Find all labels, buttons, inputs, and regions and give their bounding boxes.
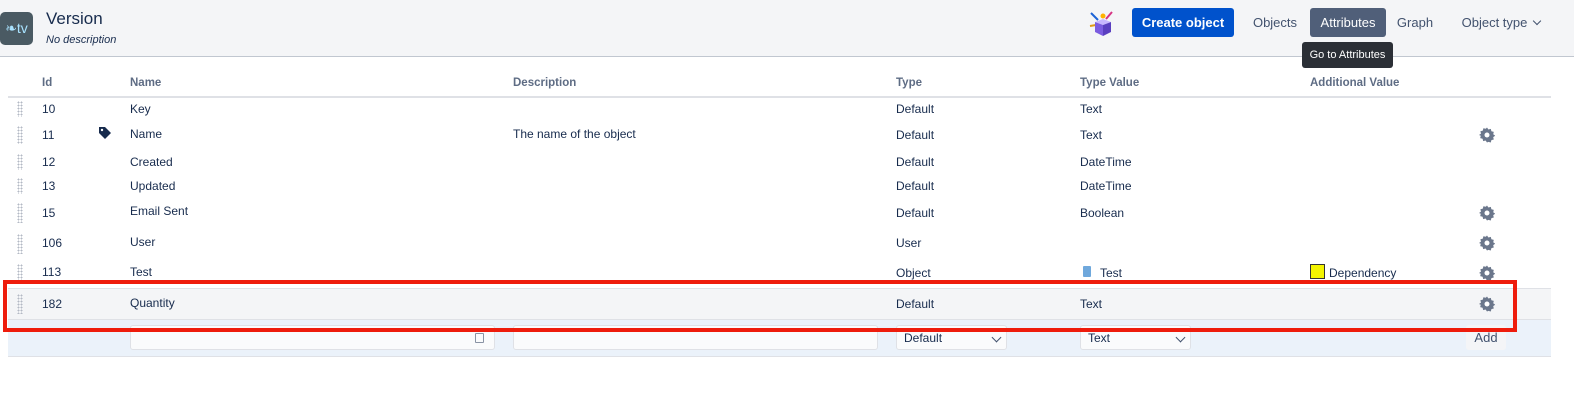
cell-id: 113 [42,265,62,279]
cell-type: Default [896,155,935,169]
cell-type: Default [896,206,935,220]
table-row[interactable]: 11 Name The name of the object Default T… [8,122,1551,148]
table-header: Id Name Description Type Type Value Addi… [8,74,1551,98]
drag-handle-icon[interactable] [17,203,23,223]
table-row[interactable]: 113 Test Object Test Dependency [8,261,1551,281]
table-row[interactable]: 106 User User [8,231,1551,259]
create-object-button[interactable]: Create object [1132,8,1234,37]
table-row[interactable]: 12 Created Default DateTime [8,152,1551,174]
nav-graph[interactable]: Graph [1390,8,1440,37]
highlight-box [3,280,1517,332]
app-logo-icon: ❧tv [0,12,33,45]
cell-type-value: Test [1100,266,1123,280]
table-row[interactable]: 10 Key Default Text [8,98,1551,120]
cell-name: Created [130,155,173,169]
cell-id: 15 [42,206,56,220]
cell-name: Name [130,127,163,141]
table-row[interactable]: 13 Updated Default DateTime [8,176,1551,198]
cell-name: Key [130,102,151,116]
gear-icon[interactable] [1479,205,1495,221]
gear-icon[interactable] [1479,265,1495,281]
drag-handle-icon[interactable] [17,178,23,194]
cell-type-value: DateTime [1080,155,1132,169]
cell-type-value: Text [1080,128,1103,142]
chevron-down-icon [991,332,1002,343]
attributes-tooltip: Go to Attributes [1302,42,1393,68]
gear-icon[interactable] [1479,127,1495,143]
cell-name: Email Sent [130,204,189,218]
color-swatch [1310,264,1325,279]
table-row[interactable]: 15 Email Sent Default Boolean [8,200,1551,228]
gear-icon[interactable] [1479,235,1495,251]
cell-type: Object [896,266,931,280]
nav-object-type[interactable]: Object type [1452,8,1550,37]
object-schema-icon[interactable] [1086,8,1118,40]
nav-attributes[interactable]: Attributes [1310,8,1386,37]
cell-id: 11 [42,128,55,142]
cell-type-value: DateTime [1080,179,1132,193]
cell-name: User [130,235,156,249]
cell-type: User [896,236,922,250]
cell-type: Default [896,128,935,142]
chevron-down-icon [1175,332,1186,343]
column-header-additional-value: Additional Value [1310,77,1400,89]
cell-additional-value: Dependency [1329,266,1397,280]
type-select-value: Default [904,330,943,345]
nav-objects[interactable]: Objects [1244,8,1306,37]
contact-card-icon [475,333,484,343]
drag-handle-icon[interactable] [17,154,23,170]
page-title: Version [46,9,103,28]
cell-type-value: Boolean [1080,206,1125,220]
column-header-id: Id [42,77,53,89]
column-header-type: Type [896,77,922,89]
cell-id: 10 [42,102,56,116]
cell-id: 106 [42,236,63,250]
nav-object-type-label: Object type [1461,15,1528,30]
page-description: No description [46,34,117,46]
cell-name: Updated [130,179,176,193]
cell-type-value: Text [1080,102,1103,116]
object-type-icon [1083,266,1091,277]
cell-name: Test [130,265,153,279]
drag-handle-icon[interactable] [17,264,23,280]
cell-description: The name of the object [513,127,636,141]
drag-handle-icon[interactable] [17,126,23,144]
cell-id: 13 [42,179,56,193]
column-header-type-value: Type Value [1080,77,1140,89]
column-header-description: Description [513,77,577,89]
chevron-down-icon [1533,16,1542,25]
type-value-select-value: Text [1088,330,1111,345]
drag-handle-icon[interactable] [17,101,23,117]
drag-handle-icon[interactable] [17,234,23,254]
column-header-name: Name [130,77,162,89]
cell-id: 12 [42,155,56,169]
label-tag-icon [99,127,111,139]
cell-type: Default [896,179,935,193]
cell-type: Default [896,102,935,116]
